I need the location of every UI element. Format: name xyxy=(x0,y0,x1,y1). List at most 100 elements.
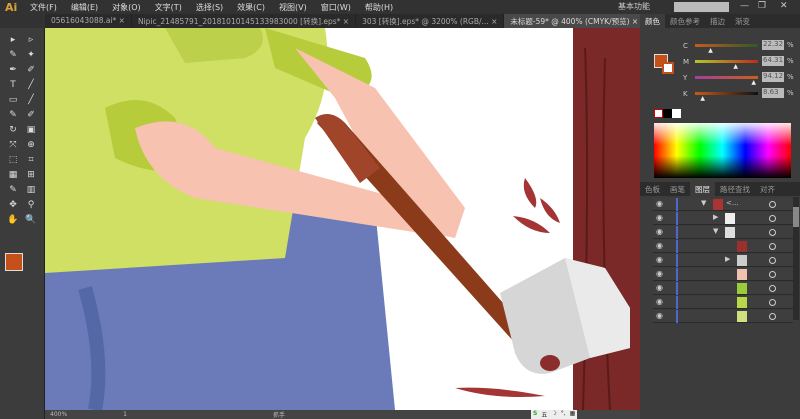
tab-swatches[interactable]: 色板 xyxy=(640,182,665,196)
menu-file[interactable]: 文件(F) xyxy=(30,2,57,13)
slider-thumb[interactable]: ▲ xyxy=(708,47,713,54)
restore-button[interactable]: ❐ xyxy=(758,1,766,11)
toolbar-fill-color[interactable] xyxy=(5,253,23,271)
tool-button[interactable]: ⬚ xyxy=(6,154,20,166)
tool-button[interactable]: ▦ xyxy=(6,169,20,181)
target-icon[interactable] xyxy=(769,229,776,236)
tool-button[interactable]: ✐ xyxy=(24,109,38,121)
eye-icon[interactable]: ◉ xyxy=(656,199,663,208)
tool-button[interactable]: ✦ xyxy=(24,49,38,61)
tool-button[interactable]: ▥ xyxy=(24,184,38,196)
stroke-swatch[interactable] xyxy=(662,62,674,74)
target-icon[interactable] xyxy=(769,299,776,306)
target-icon[interactable] xyxy=(769,271,776,278)
color-spectrum[interactable] xyxy=(654,123,791,178)
tool-button[interactable]: ╱ xyxy=(24,79,38,91)
tab-document-1[interactable]: 05616043088.ai* × xyxy=(45,14,132,28)
eye-icon[interactable]: ◉ xyxy=(656,241,663,250)
tool-button[interactable]: 🔍 xyxy=(24,214,38,226)
ime-punct[interactable]: °, xyxy=(561,410,566,419)
minimize-button[interactable]: — xyxy=(740,1,749,11)
channel-value-input[interactable]: 94.12 xyxy=(762,72,784,82)
menu-effect[interactable]: 效果(C) xyxy=(237,2,265,13)
layer-row[interactable]: ◉ ▶ xyxy=(653,212,793,225)
eye-icon[interactable]: ◉ xyxy=(656,227,663,236)
slider-thumb[interactable]: ▲ xyxy=(700,95,705,102)
expand-toggle-icon[interactable]: ▼ xyxy=(701,199,706,207)
ime-keyboard-icon[interactable]: ▦ xyxy=(570,410,576,419)
black-swatch[interactable] xyxy=(663,109,672,118)
zoom-field[interactable]: 400% xyxy=(50,411,67,418)
white-swatch[interactable] xyxy=(672,109,681,118)
tab-gradient[interactable]: 渐变 xyxy=(730,14,755,28)
workspace-switcher[interactable]: 基本功能 xyxy=(618,1,650,12)
tool-button[interactable]: ↻ xyxy=(6,124,20,136)
tool-button[interactable]: ✥ xyxy=(6,199,20,211)
slider-thumb[interactable]: ▲ xyxy=(751,79,756,86)
expand-toggle-icon[interactable]: ▼ xyxy=(713,227,718,235)
menu-window[interactable]: 窗口(W) xyxy=(321,2,351,13)
tool-button[interactable]: ⚲ xyxy=(24,199,38,211)
layer-row[interactable]: ◉ xyxy=(653,268,793,281)
tool-button[interactable]: ✎ xyxy=(6,184,20,196)
layer-row[interactable]: ◉ xyxy=(653,282,793,295)
search-input[interactable] xyxy=(674,2,729,12)
tool-button[interactable]: T xyxy=(6,79,20,91)
tool-button[interactable]: ▸ xyxy=(6,34,20,46)
channel-slider[interactable]: ▲ xyxy=(695,44,758,54)
menu-help[interactable]: 帮助(H) xyxy=(365,2,393,13)
target-icon[interactable] xyxy=(769,215,776,222)
channel-value-input[interactable]: 22.32 xyxy=(762,40,784,50)
ime-wubi[interactable]: 五 xyxy=(541,410,547,419)
expand-toggle-icon[interactable]: ▶ xyxy=(713,213,718,221)
layer-row[interactable]: ◉ xyxy=(653,296,793,309)
tab-document-3[interactable]: 303 [转换].eps* @ 3200% (RGB/... × xyxy=(356,14,505,28)
target-icon[interactable] xyxy=(769,201,776,208)
eye-icon[interactable]: ◉ xyxy=(656,297,663,306)
tool-button[interactable]: ⤧ xyxy=(6,139,20,151)
tab-color-guide[interactable]: 颜色参考 xyxy=(665,14,705,28)
layers-scrollbar[interactable] xyxy=(793,197,799,320)
tab-stroke[interactable]: 描边 xyxy=(705,14,730,28)
tab-pathfinder[interactable]: 路径查找 xyxy=(715,182,755,196)
tab-document-active[interactable]: 未标题-59* @ 400% (CMYK/预览) × xyxy=(504,14,646,28)
eye-icon[interactable]: ◉ xyxy=(656,283,663,292)
none-swatch[interactable] xyxy=(654,109,663,118)
ime-moon-icon[interactable]: ☽ xyxy=(551,410,556,419)
menu-type[interactable]: 文字(T) xyxy=(155,2,182,13)
eye-icon[interactable]: ◉ xyxy=(656,269,663,278)
tool-button[interactable]: ▭ xyxy=(6,94,20,106)
eye-icon[interactable]: ◉ xyxy=(656,311,663,320)
layer-row[interactable]: ◉ xyxy=(653,240,793,253)
tab-layers[interactable]: 图层 xyxy=(690,182,715,196)
tool-button[interactable]: ▣ xyxy=(24,124,38,136)
channel-value-input[interactable]: 64.31 xyxy=(762,56,784,66)
channel-value-input[interactable]: 8.63 xyxy=(762,88,784,98)
target-icon[interactable] xyxy=(769,243,776,250)
expand-toggle-icon[interactable]: ▶ xyxy=(725,255,730,263)
menu-object[interactable]: 对象(O) xyxy=(112,2,141,13)
tool-button[interactable]: ⌗ xyxy=(24,154,38,166)
ime-toolbar[interactable]: S 五 ☽ °, ▦ xyxy=(531,410,578,419)
layer-row[interactable]: ◉ ▶ xyxy=(653,254,793,267)
channel-slider[interactable]: ▲ xyxy=(695,76,758,86)
menu-select[interactable]: 选择(S) xyxy=(196,2,223,13)
target-icon[interactable] xyxy=(769,285,776,292)
tool-button[interactable]: ✐ xyxy=(24,64,38,76)
menu-edit[interactable]: 编辑(E) xyxy=(71,2,98,13)
close-button[interactable]: ✕ xyxy=(780,1,788,11)
tab-color[interactable]: 颜色 xyxy=(640,14,665,28)
target-icon[interactable] xyxy=(769,257,776,264)
tab-document-2[interactable]: Nipic_21485791_20181010145133983000 [转换]… xyxy=(132,14,357,28)
tool-button[interactable]: ⊕ xyxy=(24,139,38,151)
layer-row[interactable]: ◉ xyxy=(653,310,793,323)
layer-row[interactable]: ◉ ▼ <... xyxy=(653,198,793,211)
artboard-canvas[interactable] xyxy=(45,28,640,410)
tool-button[interactable]: ╱ xyxy=(24,94,38,106)
layer-row[interactable]: ◉ ▼ xyxy=(653,226,793,239)
tab-align[interactable]: 对齐 xyxy=(755,182,780,196)
tool-button[interactable]: ✋ xyxy=(6,214,20,226)
tab-brushes[interactable]: 画笔 xyxy=(665,182,690,196)
tool-button[interactable]: ▹ xyxy=(24,34,38,46)
eye-icon[interactable]: ◉ xyxy=(656,213,663,222)
